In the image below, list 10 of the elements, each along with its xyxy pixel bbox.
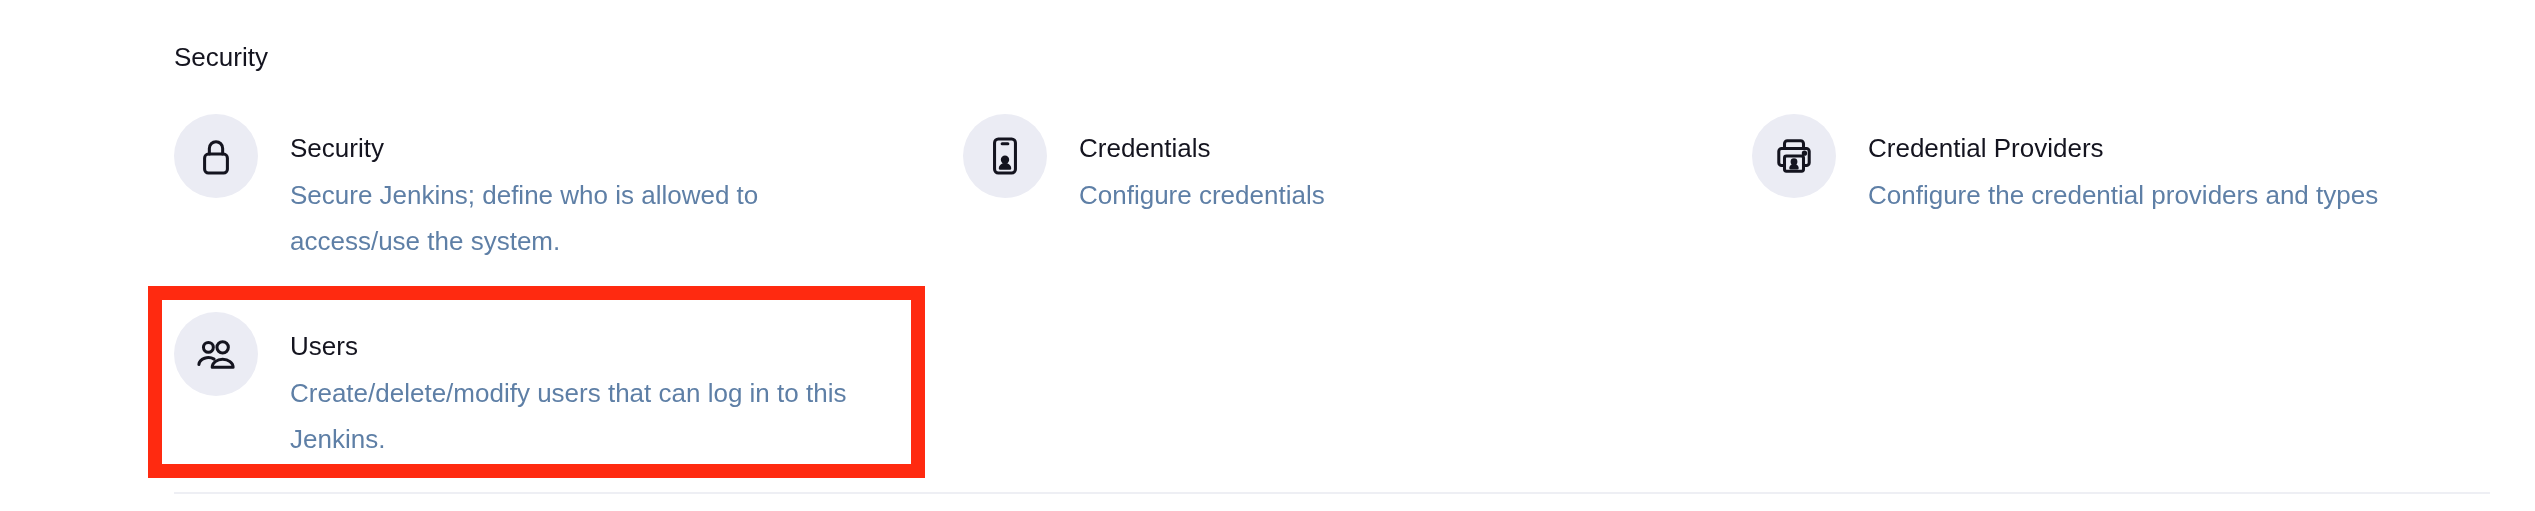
item-title[interactable]: Users	[290, 330, 890, 362]
item-title[interactable]: Credentials	[1079, 132, 1325, 164]
item-description: Configure the credential providers and types	[1868, 179, 2379, 212]
printer-icon	[1775, 137, 1813, 175]
item-description: Create/delete/modify users that can log in to this Jenkins.	[290, 377, 848, 456]
item-description: Configure credentials	[1079, 179, 1325, 212]
item-title[interactable]: Security	[290, 132, 890, 164]
item-title[interactable]: Credential Providers	[1868, 132, 2379, 164]
item-description: Secure Jenkins; define who is allowed to access/use the system.	[290, 179, 760, 258]
section-heading: Security	[174, 41, 269, 74]
